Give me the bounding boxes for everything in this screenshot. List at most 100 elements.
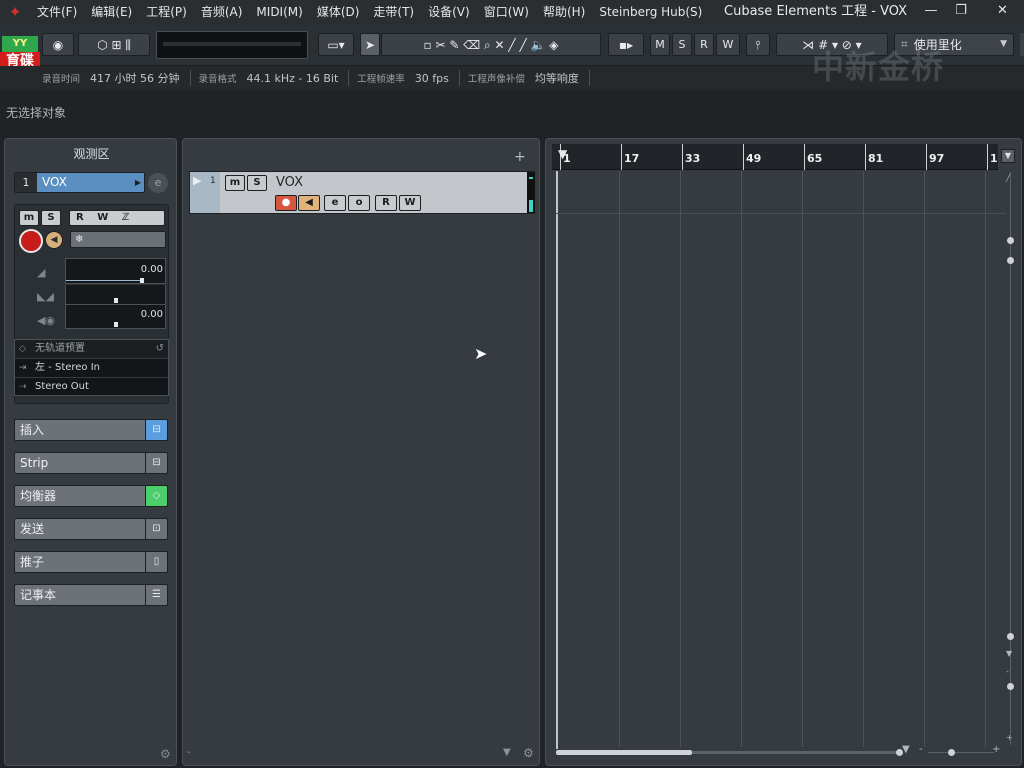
delay-value: 0.00 bbox=[140, 309, 163, 320]
frame-rate-value[interactable]: 30 fps bbox=[415, 72, 449, 85]
tb-mute-button[interactable]: M bbox=[650, 33, 670, 56]
tb-write-button[interactable]: W bbox=[716, 33, 740, 56]
track-read-button[interactable]: R bbox=[375, 195, 397, 211]
freeze-button[interactable]: ❄ bbox=[70, 231, 166, 248]
sends-toggle-icon[interactable]: ⊡ bbox=[145, 518, 168, 540]
track-edit-button[interactable]: e bbox=[324, 195, 346, 211]
tb-solo-button[interactable]: S bbox=[672, 33, 692, 56]
pan-law-label: 工程声像补偿 bbox=[467, 74, 525, 85]
plus-icon[interactable]: + bbox=[1006, 733, 1013, 742]
track-preset-row[interactable]: ◇ 无轨道预置 ↺ bbox=[15, 340, 168, 359]
notepad-toggle-icon[interactable]: ☰ bbox=[145, 584, 168, 606]
strip-toggle-icon[interactable]: ⊟ bbox=[145, 452, 168, 474]
edit-channel-button[interactable]: e bbox=[148, 173, 168, 193]
pan-control[interactable]: C bbox=[65, 285, 166, 323]
output-icon: ⇢ bbox=[19, 382, 27, 392]
ruler[interactable]: 1 17 33 49 65 81 97 1 ▼ bbox=[552, 144, 998, 170]
menu-audio[interactable]: 音频(A) bbox=[194, 0, 250, 24]
reset-icon[interactable]: ↺ bbox=[156, 340, 164, 358]
ruler-menu-button[interactable]: ▼ bbox=[1001, 149, 1015, 163]
rec-time-value[interactable]: 417 小时 56 分钟 bbox=[90, 70, 179, 86]
menu-file[interactable]: 文件(F) bbox=[30, 0, 84, 24]
pan-law-value[interactable]: 均等响度 bbox=[535, 70, 579, 86]
menu-help[interactable]: 帮助(H) bbox=[536, 0, 592, 24]
track-mute-button[interactable]: m bbox=[225, 175, 245, 191]
output-routing-row[interactable]: ⇢ Stereo Out bbox=[15, 378, 168, 397]
volume-fader[interactable]: 0.00 bbox=[65, 258, 166, 284]
fader-toggle-icon[interactable]: ▯ bbox=[145, 551, 168, 573]
object-select-tool[interactable]: ➤ bbox=[360, 33, 380, 56]
pan-knob[interactable] bbox=[114, 298, 118, 303]
track-select-area[interactable]: ▶ 1 bbox=[190, 172, 220, 213]
track-monitor-button[interactable]: ◀ bbox=[298, 195, 320, 211]
menu-transport[interactable]: 走带(T) bbox=[366, 0, 421, 24]
delay-control[interactable]: 0.00 bbox=[65, 305, 166, 329]
menu-devices[interactable]: 设备(V) bbox=[421, 0, 477, 24]
track-row[interactable]: ▶ 1 m S VOX ● ◀ e o R W bbox=[189, 171, 535, 214]
menu-steinberg-hub[interactable]: Steinberg Hub(S) bbox=[592, 0, 709, 24]
vertical-zoom-slider[interactable] bbox=[1007, 683, 1014, 690]
rec-format-label: 录音格式 bbox=[198, 74, 237, 85]
tb-read-button[interactable]: R bbox=[694, 33, 714, 56]
menu-project[interactable]: 工程(P) bbox=[139, 0, 194, 24]
inspector-mute-button[interactable]: m bbox=[19, 210, 39, 226]
meter-peak bbox=[529, 177, 533, 179]
plus-icon[interactable]: + bbox=[992, 744, 1000, 755]
inspector-link-button[interactable]: ℤ bbox=[122, 212, 130, 223]
track-record-button[interactable]: ● bbox=[275, 195, 297, 211]
restore-button[interactable]: ❐ bbox=[946, 0, 976, 24]
track-o-button[interactable]: o bbox=[348, 195, 370, 211]
playhead-icon[interactable]: ▼ bbox=[558, 147, 567, 161]
autoscroll-icon: ▪▸ bbox=[618, 37, 634, 52]
minus-icon[interactable]: - bbox=[919, 744, 923, 755]
snap-button[interactable]: ⫯ bbox=[746, 33, 770, 56]
horizontal-zoom-track[interactable] bbox=[928, 752, 994, 753]
input-routing-row[interactable]: ⇥ 左 - Stereo In bbox=[15, 359, 168, 378]
chevron-down-icon[interactable]: ▼ bbox=[1006, 649, 1012, 658]
track-write-button[interactable]: W bbox=[399, 195, 421, 211]
speaker-icon: ◀ bbox=[305, 197, 313, 208]
track-name[interactable]: VOX bbox=[276, 175, 303, 190]
horizontal-zoom-knob[interactable] bbox=[948, 749, 955, 756]
delay-knob[interactable] bbox=[114, 322, 118, 327]
constrain-delay-button[interactable]: ◉ bbox=[42, 33, 74, 56]
inspector-read-button[interactable]: R bbox=[76, 212, 84, 223]
gear-icon[interactable]: ⚙ bbox=[523, 746, 534, 760]
minus-icon[interactable]: - bbox=[1006, 667, 1009, 676]
menu-midi[interactable]: MIDI(M) bbox=[249, 0, 309, 24]
minimize-button[interactable]: — bbox=[916, 0, 946, 24]
status-select[interactable]: ▭▾ bbox=[318, 33, 354, 56]
inspector-solo-button[interactable]: S bbox=[41, 210, 61, 226]
autoscroll-button[interactable]: ▪▸ bbox=[608, 33, 644, 56]
vertical-zoom-knob[interactable] bbox=[1007, 237, 1014, 244]
vertical-scroll-end[interactable] bbox=[1007, 633, 1014, 640]
cubase-logo-icon[interactable]: ✦ bbox=[0, 0, 30, 24]
rec-format-value[interactable]: 44.1 kHz - 16 Bit bbox=[247, 72, 339, 85]
chevron-down-icon[interactable]: ▼ bbox=[503, 747, 511, 758]
window-zone-buttons[interactable]: ⬡ ⊞ ⫼ bbox=[78, 33, 150, 56]
eq-toggle-icon[interactable]: ◇ bbox=[145, 485, 168, 507]
close-button[interactable]: ✕ bbox=[981, 0, 1024, 24]
horizontal-scroll-thumb[interactable] bbox=[556, 750, 692, 755]
zoom-diagonal-icon[interactable]: ╱ bbox=[1006, 173, 1011, 182]
toolbar-overflow[interactable] bbox=[1020, 33, 1024, 56]
output-routing-label: Stereo Out bbox=[35, 381, 89, 392]
inspector-write-button[interactable]: W bbox=[97, 212, 108, 223]
menu-window[interactable]: 窗口(W) bbox=[477, 0, 536, 24]
info-line: 无选择对象 bbox=[0, 90, 1024, 134]
menu-media[interactable]: 媒体(D) bbox=[310, 0, 367, 24]
chevron-down-icon[interactable]: ▼ bbox=[902, 744, 910, 755]
add-track-icon[interactable]: + bbox=[514, 149, 526, 165]
record-enable-button[interactable] bbox=[19, 229, 43, 253]
volume-knob[interactable] bbox=[140, 278, 144, 283]
monitor-button[interactable]: ◀ bbox=[45, 231, 63, 249]
inspector-track-name-field[interactable]: 1 VOX ▶ bbox=[14, 172, 145, 193]
gear-icon[interactable]: ⚙ bbox=[160, 747, 171, 761]
grid-line bbox=[985, 171, 986, 747]
inserts-toggle-icon[interactable]: ⊟ bbox=[145, 419, 168, 441]
vertical-scroll-thumb[interactable] bbox=[1007, 257, 1014, 264]
expand-arrow-icon[interactable]: ▶ bbox=[193, 174, 201, 187]
track-solo-button[interactable]: S bbox=[247, 175, 267, 191]
tool-palette[interactable]: ▫ ✂ ✎ ⌫ ⌕ ✕ ╱ ╱ 🔈 ◈ bbox=[381, 33, 601, 56]
menu-edit[interactable]: 编辑(E) bbox=[84, 0, 139, 24]
